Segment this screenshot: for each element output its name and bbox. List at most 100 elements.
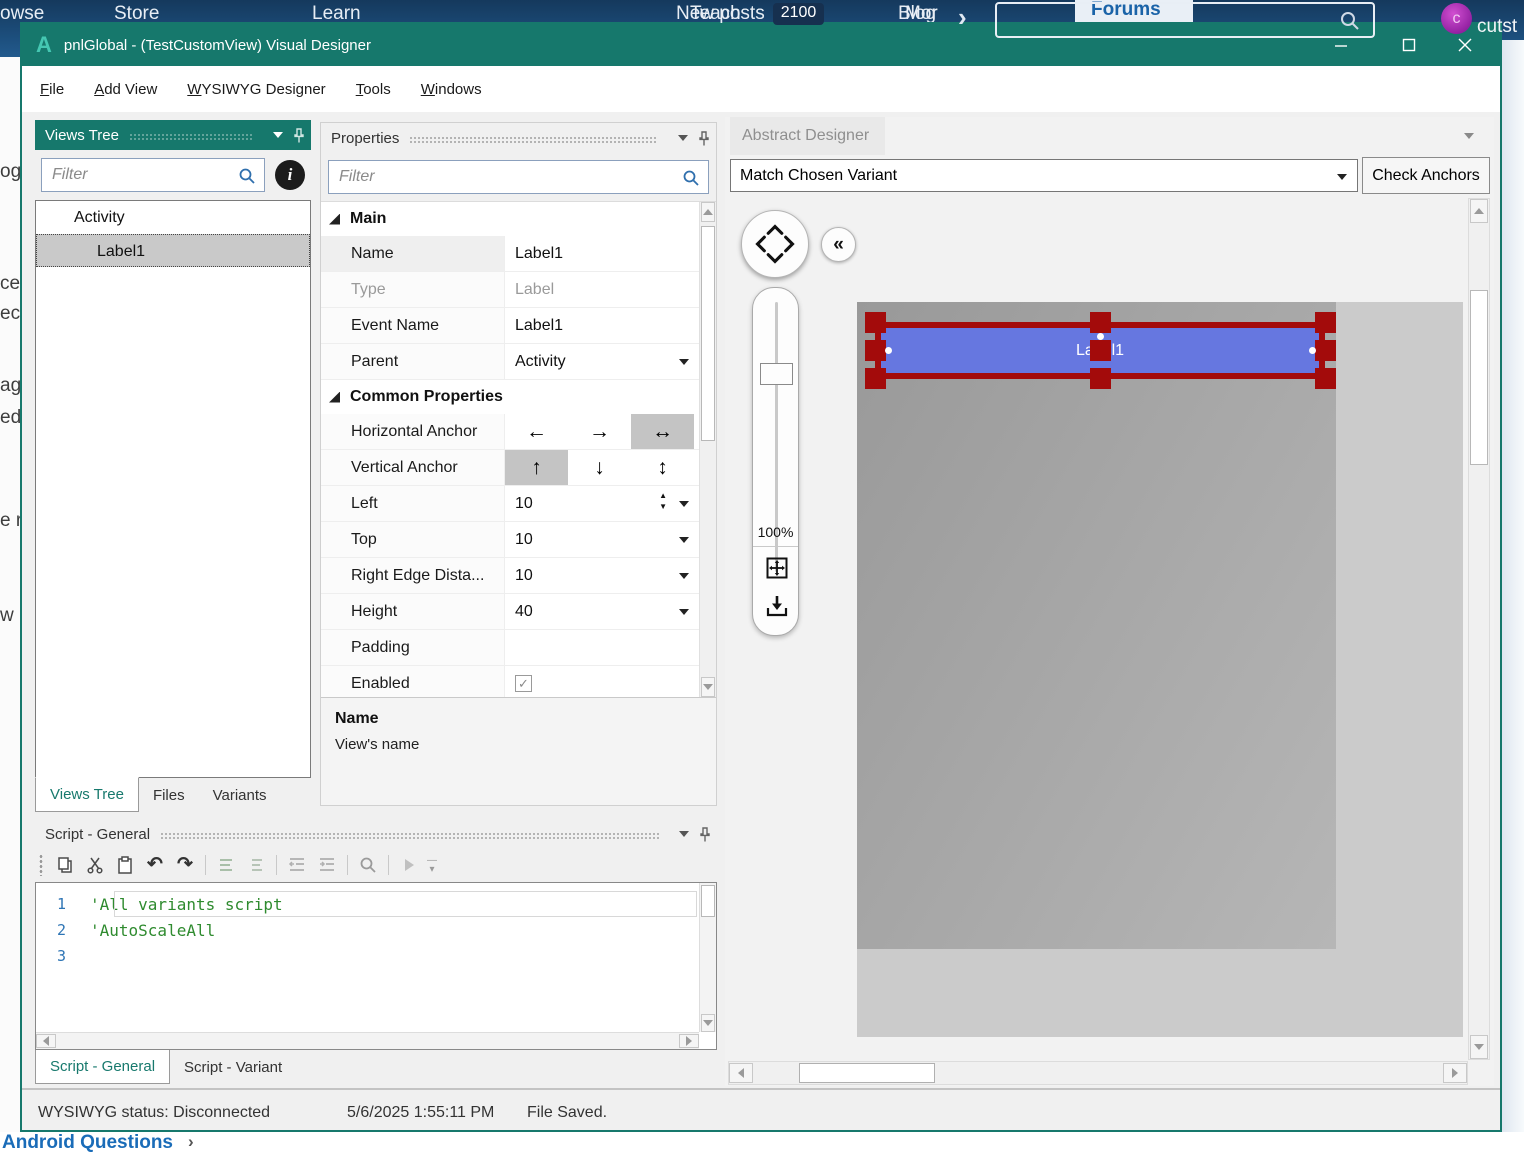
paste-button[interactable] (113, 853, 137, 877)
check-anchors-button[interactable]: Check Anchors (1362, 157, 1490, 194)
tab-script-general[interactable]: Script - General (35, 1049, 170, 1084)
anchor-left-button[interactable]: ← (505, 414, 568, 449)
maximize-button[interactable] (1386, 24, 1432, 66)
chevron-down-icon[interactable] (1464, 133, 1474, 139)
designer-hscrollbar[interactable] (728, 1061, 1468, 1085)
scrollbar-thumb[interactable] (701, 885, 715, 917)
handle-bottom-right[interactable] (1315, 368, 1336, 389)
chevron-down-icon[interactable] (679, 359, 689, 365)
tab-script-variant[interactable]: Script - Variant (170, 1050, 296, 1084)
redo-button[interactable]: ↷ (173, 853, 197, 877)
browser-new-posts[interactable]: New posts2100 (676, 0, 824, 25)
anchor-right-button[interactable]: → (568, 414, 631, 449)
script-editor[interactable]: 1 'All variants script 2 'AutoScaleAll 3 (35, 882, 717, 1050)
handle-mid-left[interactable] (865, 340, 886, 361)
find-button[interactable] (356, 853, 380, 877)
toolbar-overflow[interactable]: —▾ (427, 856, 437, 874)
menu-tools[interactable]: Tools (356, 81, 391, 98)
code-line[interactable]: 2 'AutoScaleAll (36, 917, 699, 943)
scroll-left-button[interactable] (729, 1063, 753, 1083)
pin-icon[interactable] (698, 131, 710, 146)
outdent-button[interactable] (285, 853, 309, 877)
scroll-right-button[interactable] (1443, 1063, 1467, 1083)
menu-add-view[interactable]: Add View (94, 81, 157, 98)
uncomment-button[interactable] (244, 853, 268, 877)
editor-vscrollbar[interactable] (699, 883, 716, 1032)
handle-top-center[interactable] (1090, 312, 1111, 333)
toolbar-grip[interactable] (39, 854, 43, 876)
chevron-down-icon[interactable] (1337, 174, 1347, 180)
script-header[interactable]: Script - General (35, 820, 717, 848)
padding-value[interactable] (505, 630, 699, 665)
chevron-down-icon[interactable] (679, 573, 689, 579)
avatar[interactable]: c (1441, 3, 1472, 34)
spinner-stepper[interactable]: ▲▼ (659, 492, 667, 511)
handle-mid-right[interactable] (1315, 340, 1336, 361)
chevron-down-icon[interactable] (679, 501, 689, 507)
pin-icon[interactable] (293, 128, 305, 143)
copy-button[interactable] (53, 853, 77, 877)
height-value[interactable]: 40 (505, 594, 699, 629)
checkbox-icon[interactable]: ✓ (515, 675, 532, 692)
tree-item-activity[interactable]: Activity (36, 201, 310, 234)
browser-search-input[interactable] (995, 2, 1375, 38)
run-button[interactable] (397, 853, 421, 877)
anchor-stretch-v-button[interactable]: ↕ (631, 450, 694, 485)
collapse-panel-button[interactable]: « (821, 227, 856, 262)
properties-scrollbar[interactable] (699, 202, 716, 697)
zoom-control[interactable]: 100% (752, 287, 799, 636)
chevron-down-icon[interactable] (273, 132, 283, 138)
right-edge-value[interactable]: 10 (505, 558, 699, 593)
handle-bottom-left[interactable] (865, 368, 886, 389)
scrollbar-thumb[interactable] (701, 226, 715, 441)
variant-selector[interactable]: Match Chosen Variant (730, 159, 1358, 192)
cut-button[interactable] (83, 853, 107, 877)
anchor-bottom-button[interactable]: ↓ (568, 450, 631, 485)
tab-variants[interactable]: Variants (199, 778, 281, 812)
properties-header[interactable]: Properties (321, 123, 716, 153)
section-main[interactable]: Main (321, 202, 699, 236)
menu-wysiwyg-designer[interactable]: WYSIWYG Designer (187, 81, 325, 98)
parent-dropdown[interactable]: Activity (505, 344, 699, 379)
browser-more[interactable]: Mor (905, 0, 938, 25)
left-value[interactable]: 10 ▲▼ (505, 486, 699, 521)
scroll-down-button[interactable] (1470, 1035, 1488, 1059)
scroll-up-button[interactable] (701, 202, 715, 222)
tab-views-tree[interactable]: Views Tree (35, 777, 139, 812)
enabled-checkbox-cell[interactable]: ✓ (505, 666, 699, 697)
designer-vscrollbar[interactable] (1468, 198, 1490, 1060)
scroll-right-button[interactable] (679, 1034, 699, 1048)
name-value[interactable]: Label1 (505, 236, 699, 271)
undo-button[interactable]: ↶ (143, 853, 167, 877)
collapse-triangle-icon[interactable] (329, 214, 340, 225)
chevron-down-icon[interactable] (678, 135, 688, 141)
tab-abstract-designer[interactable]: Abstract Designer (730, 117, 885, 155)
properties-filter[interactable] (328, 160, 709, 194)
handle-bottom-center[interactable] (1090, 368, 1111, 389)
zoom-slider-thumb[interactable] (760, 363, 793, 385)
indent-button[interactable] (315, 853, 339, 877)
tree-item-label1[interactable]: Label1 (36, 234, 310, 267)
views-tree-header[interactable]: Views Tree (35, 120, 311, 150)
collapse-triangle-icon[interactable] (329, 392, 340, 403)
android-questions-link[interactable]: Android Questions (2, 1132, 173, 1152)
views-tree-filter-input[interactable] (42, 159, 264, 191)
info-icon[interactable]: i (275, 160, 305, 190)
top-value[interactable]: 10 (505, 522, 699, 557)
handle-top-right[interactable] (1315, 312, 1336, 333)
handle-top-left[interactable] (865, 312, 886, 333)
properties-filter-input[interactable] (329, 161, 708, 193)
import-layout-button[interactable] (763, 592, 790, 619)
scrollbar-thumb[interactable] (1470, 290, 1488, 465)
menu-file[interactable]: File (40, 81, 64, 98)
designer-viewport[interactable]: Label1 (857, 302, 1463, 1037)
tab-files[interactable]: Files (139, 778, 199, 812)
scroll-down-button[interactable] (701, 1014, 715, 1032)
menu-windows[interactable]: Windows (421, 81, 482, 98)
anchor-top-button[interactable]: ↑ (505, 450, 568, 485)
chevron-down-icon[interactable] (679, 831, 689, 837)
handle-center[interactable] (1090, 340, 1111, 361)
code-line[interactable]: 3 (36, 943, 699, 969)
scrollbar-thumb[interactable] (799, 1063, 935, 1083)
scroll-down-button[interactable] (701, 677, 715, 697)
